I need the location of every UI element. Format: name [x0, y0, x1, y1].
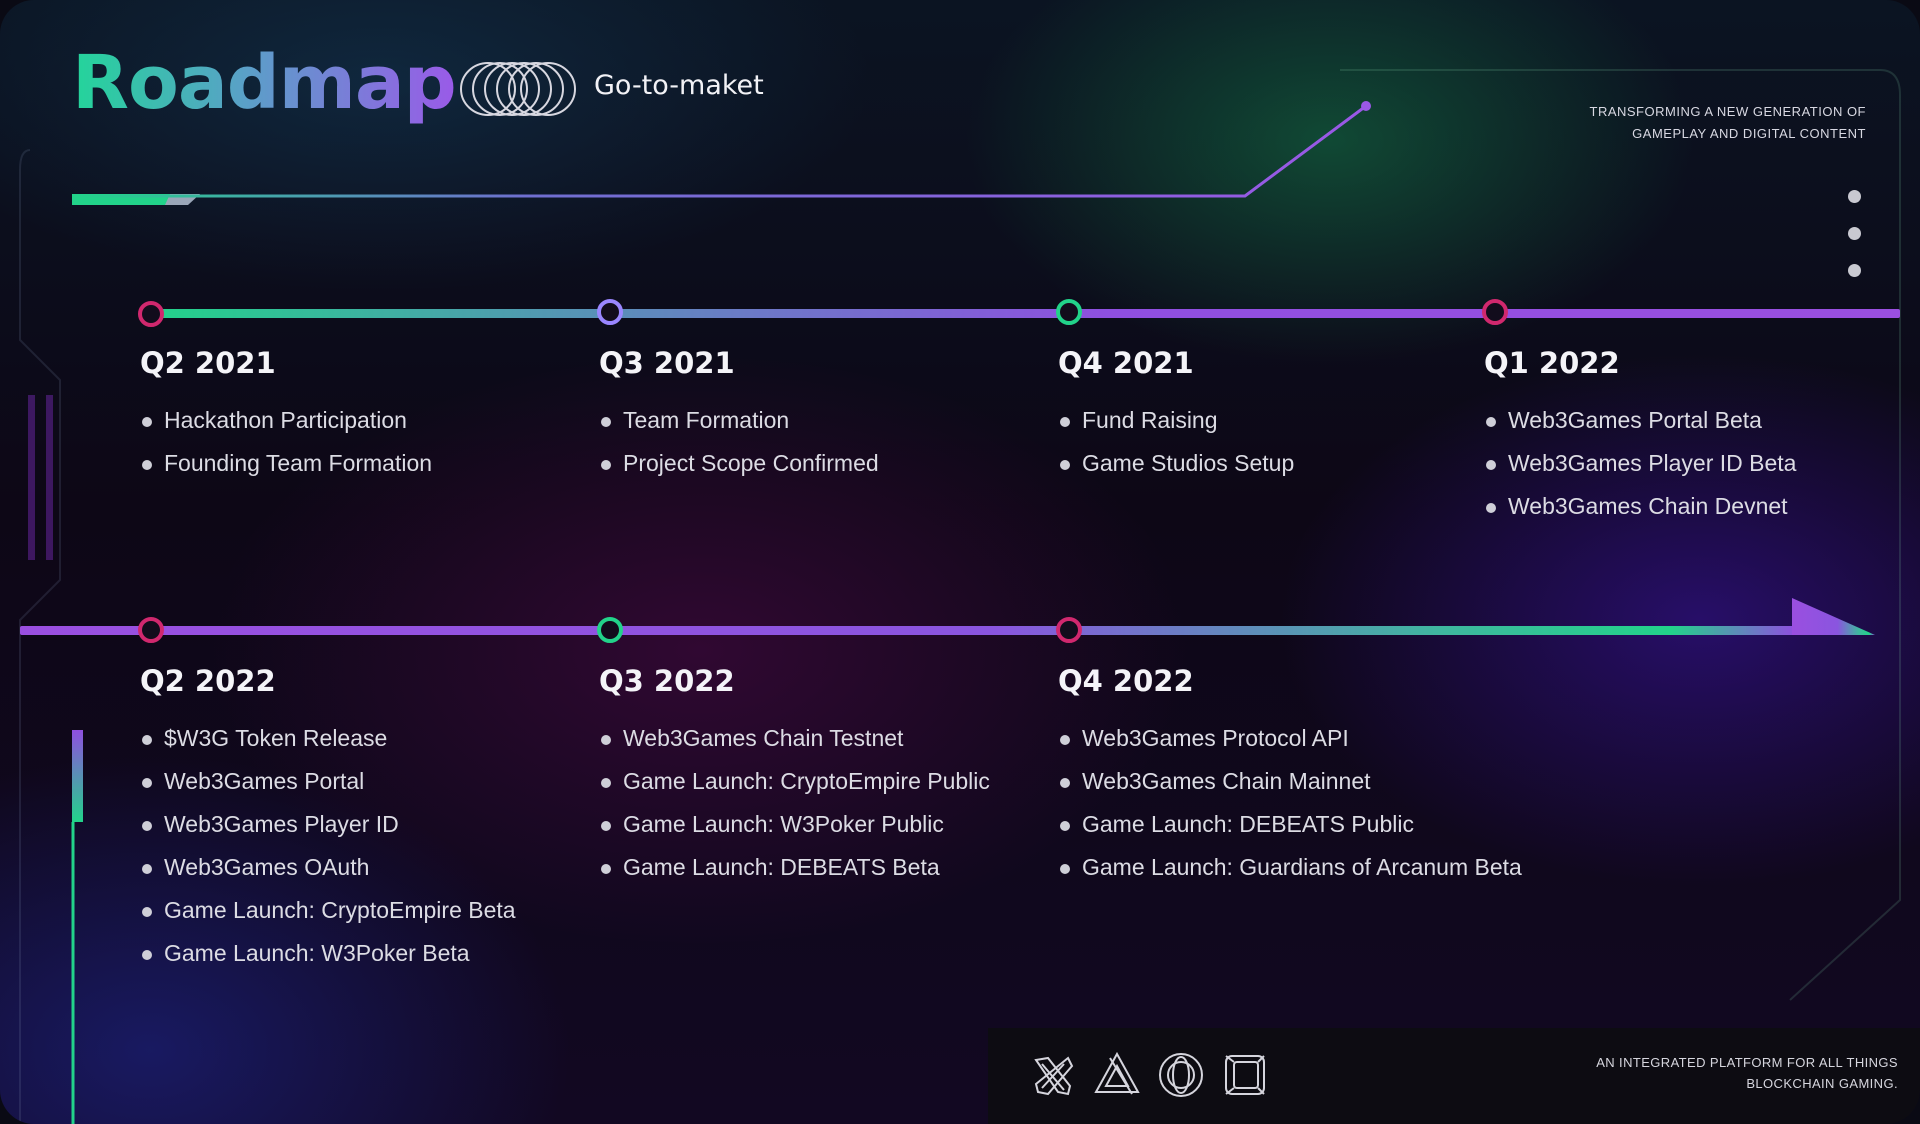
- milestone-item: Web3Games Protocol API: [1058, 717, 1522, 760]
- milestone-item: Team Formation: [599, 399, 879, 442]
- milestone-item: Fund Raising: [1058, 399, 1294, 442]
- partner-icons: [1028, 1050, 1270, 1100]
- milestone-item: Game Launch: Guardians of Arcanum Beta: [1058, 846, 1522, 889]
- page-subtitle: Go-to-maket: [594, 70, 764, 101]
- quarter-q4-2022: Q4 2022 Web3Games Protocol API Web3Games…: [1058, 663, 1522, 889]
- milestone-list: Web3Games Portal Beta Web3Games Player I…: [1484, 399, 1796, 528]
- milestone-item: Web3Games Chain Devnet: [1484, 485, 1796, 528]
- timeline-node-q3-2022: [597, 617, 623, 643]
- ring-logo-icon: [1156, 1050, 1206, 1100]
- milestone-item: Game Launch: W3Poker Beta: [140, 932, 516, 975]
- timeline-node-q1-2022: [1482, 299, 1508, 325]
- milestone-item: Game Launch: CryptoEmpire Beta: [140, 889, 516, 932]
- quarter-q4-2021: Q4 2021 Fund Raising Game Studios Setup: [1058, 345, 1294, 485]
- timeline-node-q4-2022: [1056, 617, 1082, 643]
- milestone-item: Game Launch: W3Poker Public: [599, 803, 990, 846]
- milestone-list: Web3Games Protocol API Web3Games Chain M…: [1058, 717, 1522, 889]
- milestone-item: Web3Games Player ID Beta: [1484, 442, 1796, 485]
- milestone-item: Project Scope Confirmed: [599, 442, 879, 485]
- milestone-list: Web3Games Chain Testnet Game Launch: Cry…: [599, 717, 990, 889]
- quarter-label: Q1 2022: [1484, 346, 1620, 380]
- quarter-q3-2022: Q3 2022 Web3Games Chain Testnet Game Lau…: [599, 663, 990, 889]
- quarter-label: Q3 2021: [599, 346, 735, 380]
- milestone-item: Web3Games Chain Mainnet: [1058, 760, 1522, 803]
- tagline: TRANSFORMING A NEW GENERATION OF GAMEPLA…: [1589, 104, 1866, 141]
- timeline-node-q2-2021: [138, 301, 164, 327]
- milestone-list: Team Formation Project Scope Confirmed: [599, 399, 879, 485]
- dot-icon: [1848, 227, 1861, 240]
- quarter-q1-2022: Q1 2022 Web3Games Portal Beta Web3Games …: [1484, 345, 1796, 528]
- quarter-label: Q2 2022: [140, 664, 276, 698]
- quarter-q2-2021: Q2 2021 Hackathon Participation Founding…: [140, 345, 432, 485]
- rings-logo-icon: [460, 62, 576, 116]
- footer-bar: AN INTEGRATED PLATFORM FOR ALL THINGS BL…: [988, 1028, 1920, 1124]
- page-title: Roadmap: [72, 40, 457, 126]
- milestone-item: Game Launch: DEBEATS Public: [1058, 803, 1522, 846]
- milestone-item: Game Launch: DEBEATS Beta: [599, 846, 990, 889]
- timeline-node-q2-2022: [138, 617, 164, 643]
- milestone-list: Fund Raising Game Studios Setup: [1058, 399, 1294, 485]
- quarter-label: Q3 2022: [599, 664, 735, 698]
- cube-logo-icon: [1220, 1050, 1270, 1100]
- milestone-item: Web3Games Chain Testnet: [599, 717, 990, 760]
- milestone-item: Web3Games OAuth: [140, 846, 516, 889]
- quarter-label: Q4 2022: [1058, 664, 1194, 698]
- triangle-logo-icon: [1092, 1050, 1142, 1100]
- quarter-q2-2022: Q2 2022 $W3G Token Release Web3Games Por…: [140, 663, 516, 975]
- more-options-icon[interactable]: [1848, 190, 1864, 280]
- milestone-item: Web3Games Portal Beta: [1484, 399, 1796, 442]
- milestone-list: Hackathon Participation Founding Team Fo…: [140, 399, 432, 485]
- dot-icon: [1848, 190, 1861, 203]
- milestone-item: Game Studios Setup: [1058, 442, 1294, 485]
- footer-tagline: AN INTEGRATED PLATFORM FOR ALL THINGS BL…: [1596, 1055, 1898, 1091]
- quarter-label: Q4 2021: [1058, 346, 1194, 380]
- timeline-node-q4-2021: [1056, 299, 1082, 325]
- milestone-item: Game Launch: CryptoEmpire Public: [599, 760, 990, 803]
- milestone-list: $W3G Token Release Web3Games Portal Web3…: [140, 717, 516, 975]
- milestone-item: Founding Team Formation: [140, 442, 432, 485]
- roadmap-slide: Roadmap Go-to-maket TRANSFORMING A NEW G…: [0, 0, 1920, 1124]
- milestone-item: Web3Games Player ID: [140, 803, 516, 846]
- cross-logo-icon: [1028, 1050, 1078, 1100]
- milestone-item: Web3Games Portal: [140, 760, 516, 803]
- timeline-node-q3-2021: [597, 299, 623, 325]
- dot-icon: [1848, 264, 1861, 277]
- milestone-item: Hackathon Participation: [140, 399, 432, 442]
- milestone-item: $W3G Token Release: [140, 717, 516, 760]
- quarter-label: Q2 2021: [140, 346, 276, 380]
- quarter-q3-2021: Q3 2021 Team Formation Project Scope Con…: [599, 345, 879, 485]
